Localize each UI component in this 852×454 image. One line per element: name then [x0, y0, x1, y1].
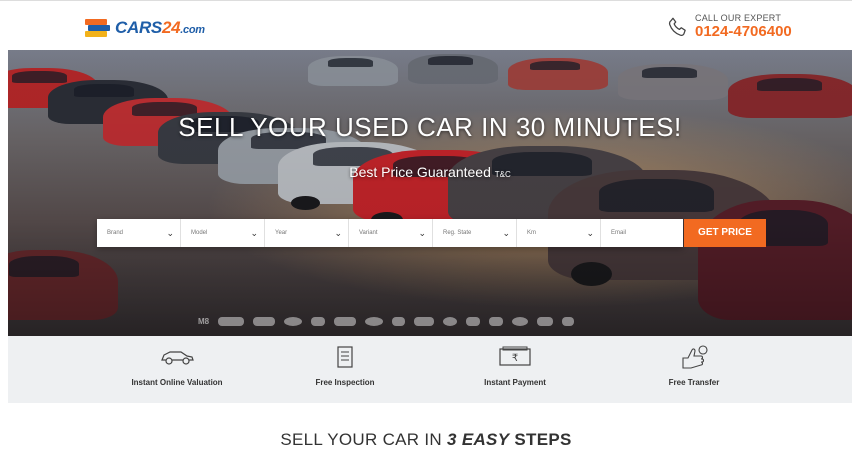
feature-label: Instant Payment — [484, 378, 546, 387]
page: CARS24.com CALL OUR EXPERT 0124-4706400 — [0, 0, 852, 454]
logo-mark-icon — [85, 19, 111, 37]
variant-select[interactable]: Variant ⌄ — [349, 219, 433, 247]
hero-banner: SELL YOUR USED CAR IN 30 MINUTES! Best P… — [8, 50, 852, 336]
chevron-down-icon: ⌄ — [166, 228, 174, 238]
M8-logo-icon[interactable]: M8 — [198, 316, 209, 327]
hero-title: SELL YOUR USED CAR IN 30 MINUTES! — [178, 112, 682, 142]
transfer-icon — [682, 345, 708, 369]
model-select[interactable]: Model ⌄ — [181, 219, 265, 247]
feature-instant-valuation: Instant Online Valuation — [102, 344, 252, 387]
km-select[interactable]: Km ⌄ — [517, 219, 601, 247]
feature-instant-payment: ₹ Instant Payment — [440, 344, 590, 387]
feature-free-inspection: Free Inspection — [270, 344, 420, 387]
brand-logos: M8 — [198, 316, 575, 327]
chevrolet-logo-icon[interactable] — [253, 316, 276, 327]
audi-logo-icon[interactable] — [218, 316, 245, 327]
site-header: CARS24.com CALL OUR EXPERT 0124-4706400 — [0, 0, 852, 50]
reg-state-select[interactable]: Reg. State ⌄ — [433, 219, 517, 247]
year-select[interactable]: Year ⌄ — [265, 219, 349, 247]
features-strip: Instant Online Valuation Free Inspection… — [8, 336, 852, 403]
steps-heading: SELL YOUR CAR IN 3 EASY STEPS — [280, 430, 572, 449]
valuation-form: Brand ⌄ Model ⌄ Year ⌄ Variant ⌄ Reg. State ⌄… — [97, 219, 683, 247]
chevron-down-icon: ⌄ — [502, 228, 510, 238]
chevron-down-icon: ⌄ — [334, 228, 342, 238]
feature-label: Free Inspection — [315, 378, 375, 387]
honda-logo-icon[interactable] — [311, 316, 326, 327]
get-price-button[interactable]: GET PRICE — [684, 219, 766, 247]
phone-icon — [668, 17, 686, 36]
brand-select[interactable]: Brand ⌄ — [97, 219, 181, 247]
mahindra-logo-icon[interactable] — [443, 316, 458, 327]
feature-label: Free Transfer — [668, 378, 720, 387]
hero-subtitle: Best Price Guaranteed T&C — [349, 164, 511, 180]
feature-label: Instant Online Valuation — [131, 378, 223, 387]
vw-logo-icon[interactable] — [562, 316, 575, 327]
chevron-down-icon: ⌄ — [586, 228, 594, 238]
ford-logo-icon[interactable] — [284, 316, 303, 327]
document-icon — [337, 346, 353, 368]
car-icon — [161, 351, 194, 365]
chevron-down-icon: ⌄ — [418, 228, 426, 238]
tc-link[interactable]: T&C — [495, 170, 511, 179]
hyundai-logo-icon[interactable] — [334, 316, 357, 327]
logo-text: CARS24.com — [115, 18, 205, 37]
toyota-logo-icon[interactable] — [537, 316, 554, 327]
hero-overlay — [8, 50, 852, 336]
feature-free-transfer: Free Transfer — [619, 344, 769, 387]
hyundai-h-logo-icon[interactable] — [365, 316, 384, 327]
renault-logo-icon[interactable] — [489, 316, 504, 327]
call-number[interactable]: 0124-4706400 — [695, 23, 792, 41]
payment-icon: ₹ — [499, 346, 531, 366]
cars24-logo[interactable]: CARS24.com — [85, 18, 205, 38]
skoda-logo-icon[interactable] — [512, 316, 529, 327]
email-field[interactable]: Email — [601, 219, 683, 247]
nissan-logo-icon[interactable] — [466, 316, 481, 327]
chevron-down-icon: ⌄ — [250, 228, 258, 238]
kia-logo-icon[interactable] — [414, 316, 435, 327]
call-expert[interactable]: CALL OUR EXPERT 0124-4706400 — [667, 13, 792, 41]
svg-text:₹: ₹ — [512, 353, 518, 364]
jeep-logo-icon[interactable] — [392, 316, 406, 327]
